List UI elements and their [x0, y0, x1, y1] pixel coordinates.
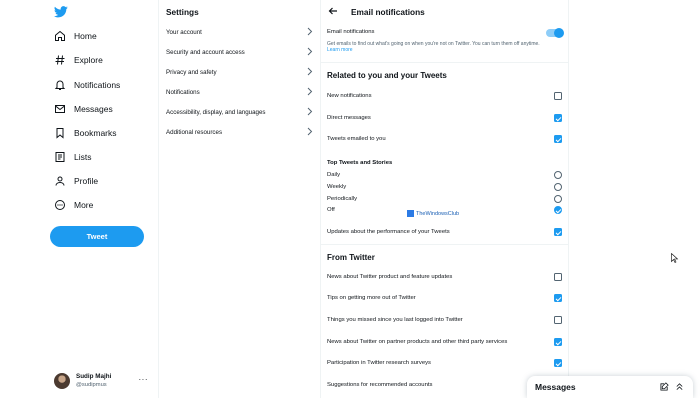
- account-switcher[interactable]: Sudip Majhi @sudipmus ···: [54, 371, 152, 391]
- page-title: Email notifications: [351, 7, 425, 17]
- watermark-logo-icon: [407, 210, 414, 217]
- option-label: Updates about the performance of your Tw…: [327, 229, 450, 235]
- option-label: Off: [327, 207, 335, 213]
- account-name: Sudip Majhi: [76, 373, 112, 380]
- collapse-up-icon[interactable]: [675, 382, 684, 391]
- home-icon: [55, 30, 65, 41]
- checkbox-research-surveys[interactable]: [554, 359, 562, 367]
- settings-panel: Settings Your account Security and accou…: [159, 0, 321, 398]
- nav-item-home[interactable]: Home: [54, 28, 97, 44]
- settings-title: Settings: [166, 7, 199, 17]
- nav-item-label: Home: [74, 31, 97, 41]
- chevron-right-icon: [307, 87, 313, 96]
- checkbox-partner-news[interactable]: [554, 338, 562, 346]
- hashtag-icon: [55, 55, 65, 65]
- option-label: Tweets emailed to you: [327, 136, 386, 142]
- radio-off[interactable]: [554, 206, 562, 214]
- mouse-cursor-icon: [671, 253, 679, 263]
- bell-icon: [54, 80, 66, 90]
- nav-item-label: Bookmarks: [74, 128, 117, 138]
- nav-item-profile[interactable]: Profile: [54, 173, 98, 189]
- divider: [321, 62, 568, 63]
- envelope-icon: [55, 105, 65, 113]
- email-description: Get emails to find out what's going on w…: [327, 41, 540, 54]
- chevron-right-icon: [307, 107, 313, 116]
- twitter-bird-icon[interactable]: [54, 6, 68, 18]
- settings-item-additional-resources[interactable]: Additional resources: [159, 122, 320, 142]
- messages-drawer-title: Messages: [535, 382, 576, 392]
- section-heading-related: Related to you and your Tweets: [327, 71, 447, 80]
- learn-more-link[interactable]: Learn more: [327, 47, 353, 53]
- option-label: Weekly: [327, 184, 347, 190]
- bookmark-icon: [56, 128, 64, 139]
- settings-item-your-account[interactable]: Your account: [159, 22, 320, 42]
- checkbox-tips[interactable]: [554, 294, 562, 302]
- option-label: News about Twitter on partner products a…: [327, 339, 508, 345]
- watermark: TheWindowsClub: [407, 210, 459, 217]
- checkbox-new-notifications[interactable]: [554, 92, 562, 100]
- option-label: Daily: [327, 172, 341, 178]
- new-message-icon[interactable]: [660, 382, 669, 391]
- nav-item-more[interactable]: More: [54, 197, 93, 213]
- chevron-right-icon: [307, 67, 313, 76]
- checkbox-direct-messages[interactable]: [554, 114, 562, 122]
- nav-item-bookmarks[interactable]: Bookmarks: [54, 125, 117, 141]
- chevron-right-icon: [307, 47, 313, 56]
- option-label: Direct messages: [327, 115, 371, 121]
- left-navigation: Home Explore Notifications Messages Book…: [0, 0, 159, 398]
- toggle-knob: [554, 28, 564, 38]
- nav-item-messages[interactable]: Messages: [54, 101, 113, 117]
- radio-daily[interactable]: [554, 171, 562, 179]
- option-label: News about Twitter product and feature u…: [327, 274, 453, 280]
- settings-item-privacy[interactable]: Privacy and safety: [159, 62, 320, 82]
- radio-weekly[interactable]: [554, 183, 562, 191]
- divider: [321, 244, 568, 245]
- checkbox-product-updates[interactable]: [554, 273, 562, 281]
- option-label: Tips on getting more out of Twitter: [327, 295, 416, 301]
- chevron-right-icon: [307, 27, 313, 36]
- option-label: Participation in Twitter research survey…: [327, 360, 432, 366]
- list-icon: [55, 152, 65, 162]
- nav-item-label: More: [74, 200, 94, 210]
- back-arrow-icon[interactable]: [328, 6, 338, 16]
- nav-item-label: Explore: [74, 55, 103, 65]
- nav-item-notifications[interactable]: Notifications: [54, 77, 120, 93]
- option-label: Suggestions for recommended accounts: [327, 382, 433, 388]
- email-notifications-panel: Email notifications Email notifications …: [321, 0, 569, 398]
- nav-item-label: Lists: [74, 152, 92, 162]
- email-notifications-toggle[interactable]: [546, 28, 564, 38]
- radio-periodically[interactable]: [554, 195, 562, 203]
- checkbox-tweets-emailed[interactable]: [554, 135, 562, 143]
- subheading-top-tweets: Top Tweets and Stories: [327, 160, 393, 166]
- settings-item-security[interactable]: Security and account access: [159, 42, 320, 62]
- person-icon: [55, 176, 65, 186]
- checkbox-performance-updates[interactable]: [554, 228, 562, 236]
- nav-item-explore[interactable]: Explore: [54, 52, 103, 68]
- settings-item-accessibility[interactable]: Accessibility, display, and languages: [159, 102, 320, 122]
- chevron-right-icon: [307, 127, 313, 136]
- more-dots-icon[interactable]: ···: [139, 375, 149, 384]
- avatar: [54, 373, 70, 389]
- option-label: Things you missed since you last logged …: [327, 317, 463, 323]
- email-toggle-label: Email notifications: [327, 29, 375, 35]
- nav-item-label: Profile: [74, 176, 99, 186]
- account-handle: @sudipmus: [76, 382, 107, 388]
- option-label: Periodically: [327, 196, 358, 202]
- nav-item-label: Notifications: [74, 80, 121, 90]
- section-heading-from-twitter: From Twitter: [327, 253, 375, 262]
- settings-item-notifications[interactable]: Notifications: [159, 82, 320, 102]
- option-label: New notifications: [327, 93, 372, 99]
- nav-item-label: Messages: [74, 104, 113, 114]
- nav-item-lists[interactable]: Lists: [54, 149, 91, 165]
- messages-drawer[interactable]: Messages: [527, 376, 693, 398]
- checkbox-things-missed[interactable]: [554, 316, 562, 324]
- tweet-button[interactable]: Tweet: [50, 226, 144, 247]
- more-circle-icon: [55, 200, 65, 210]
